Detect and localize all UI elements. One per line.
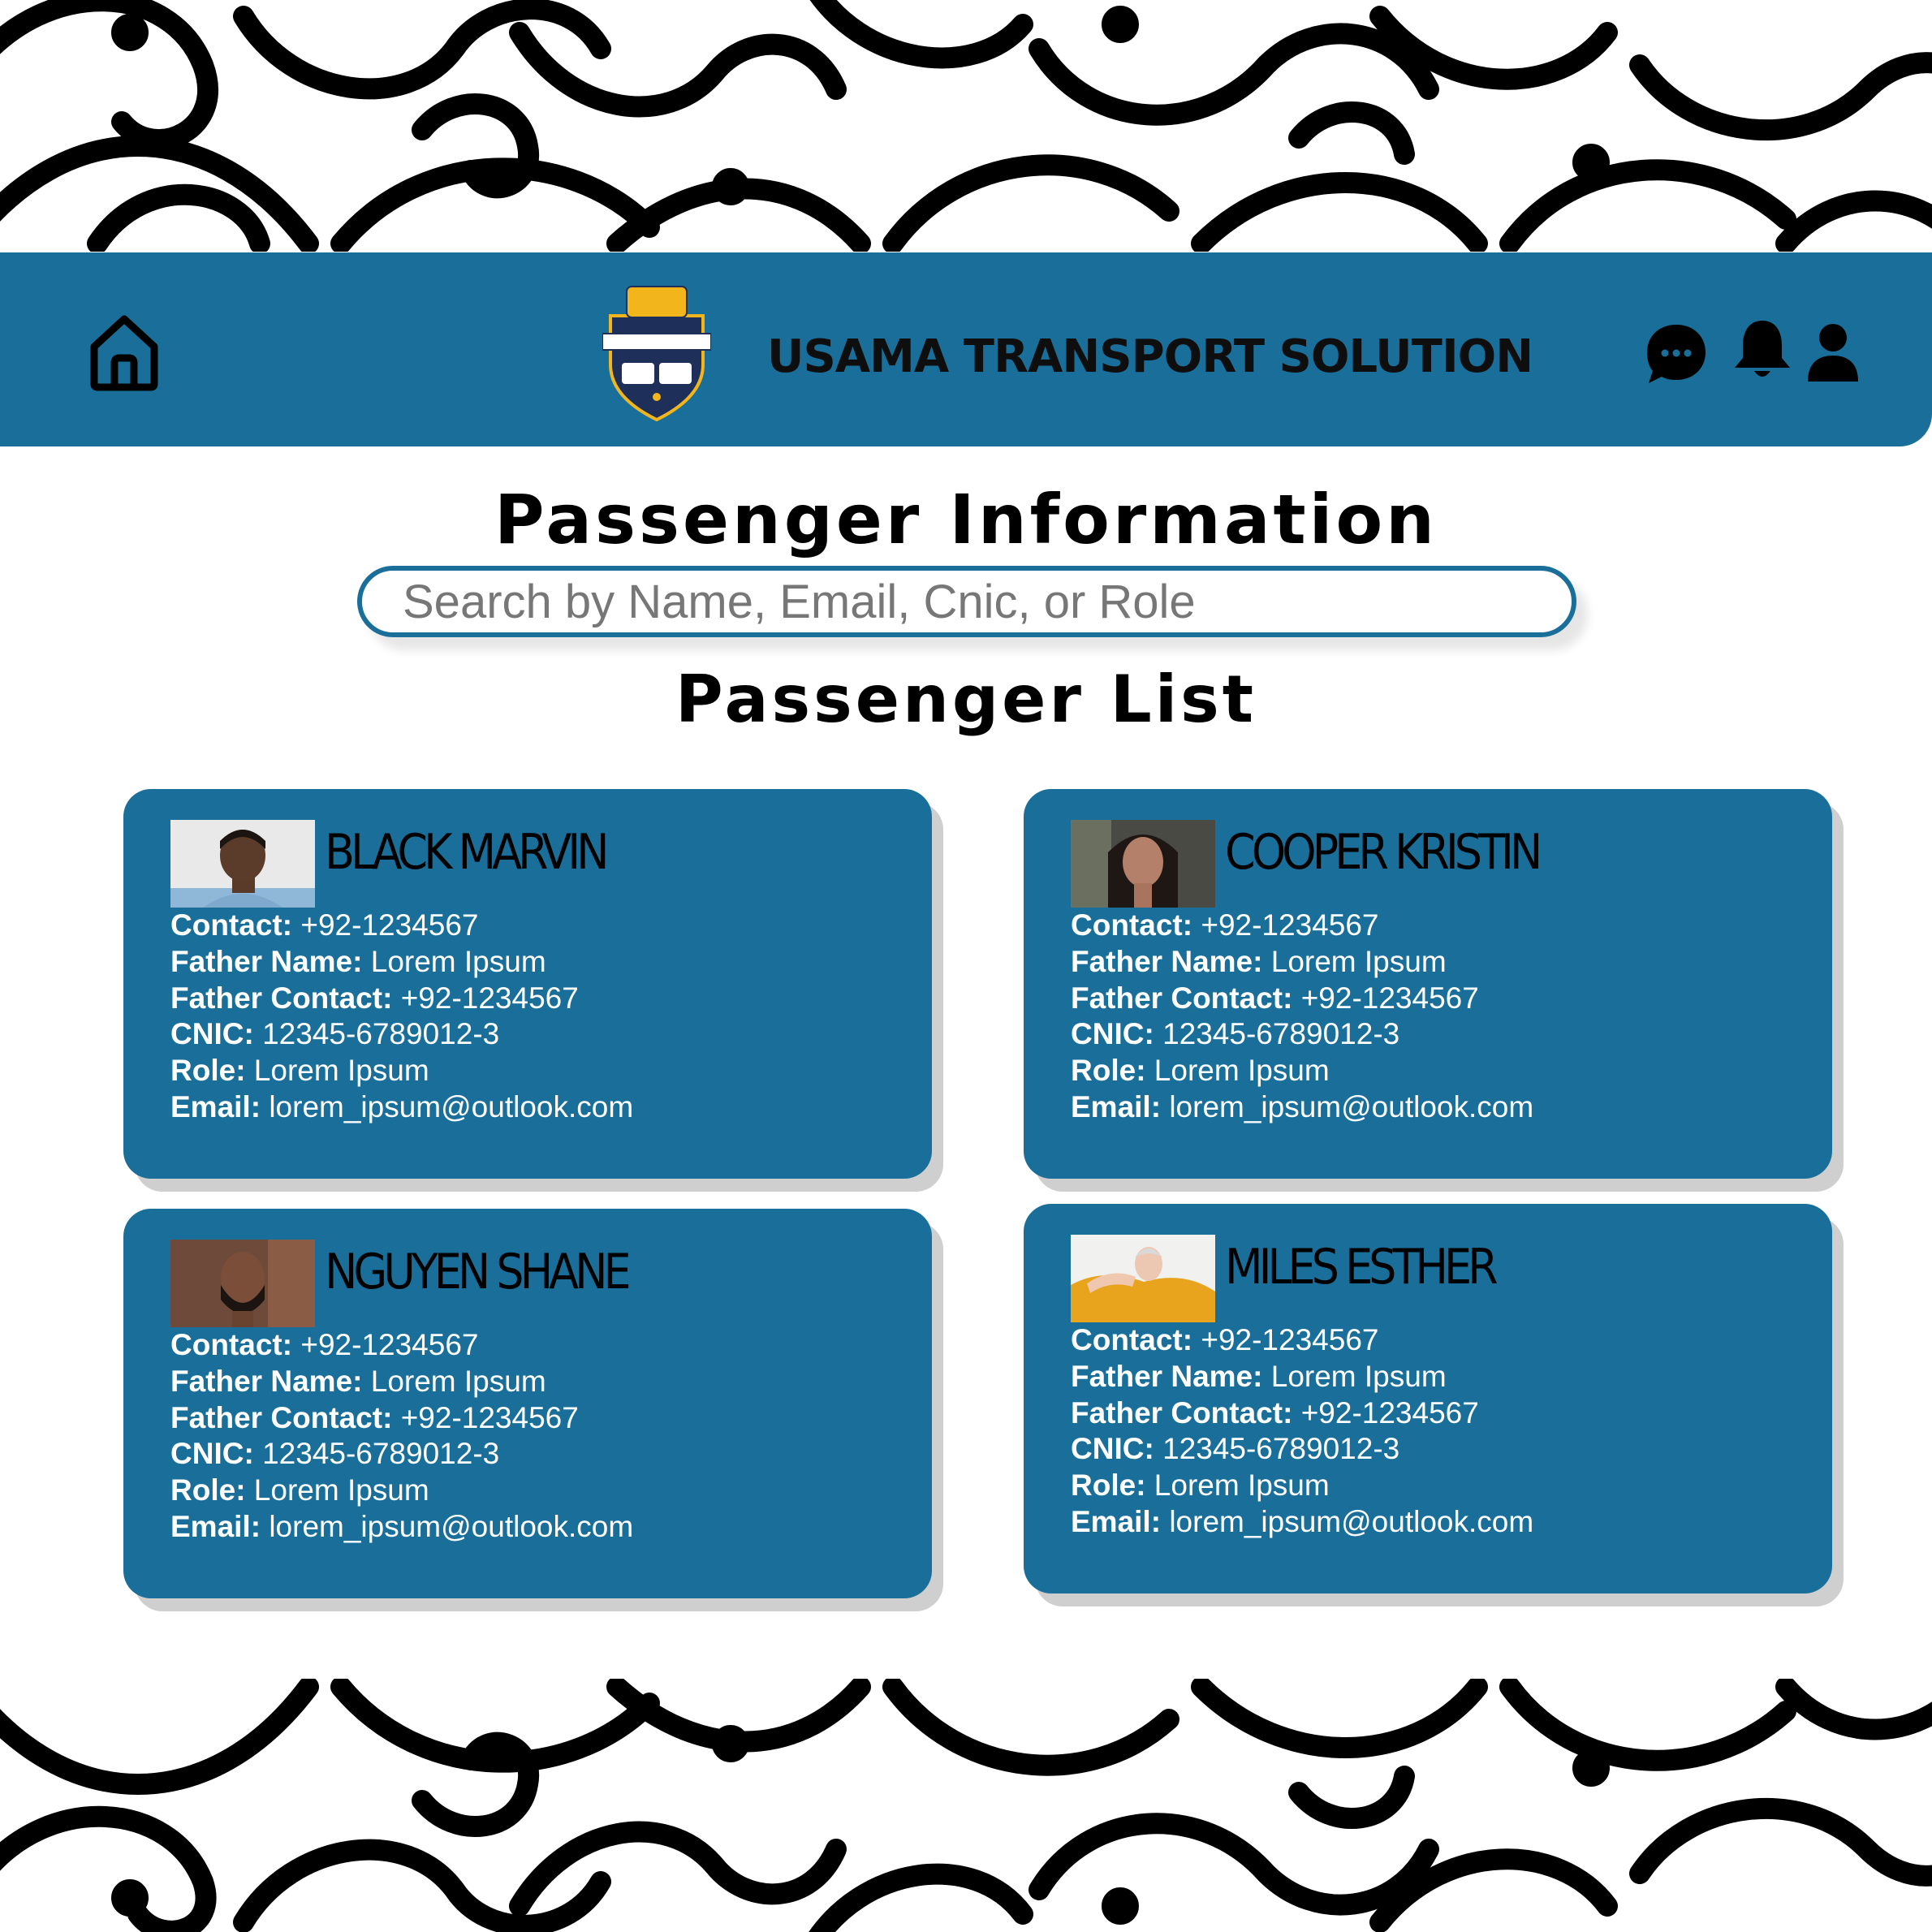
brand-title: USAMA TRANSPORT SOLUTION: [767, 330, 1533, 383]
passenger-name: MILES ESTHER: [1225, 1239, 1499, 1296]
passenger-details: Contact: +92-1234567 Father Name: Lorem …: [170, 908, 633, 1126]
uts-logo: [602, 283, 712, 422]
passenger-photo: [1071, 820, 1215, 908]
cnic-value: 12345-6789012-3: [1162, 1432, 1400, 1466]
email-value: lorem_ipsum@outlook.com: [269, 1089, 634, 1123]
father-name-value: Lorem Ipsum: [370, 1364, 546, 1398]
user-icon[interactable]: [1806, 321, 1860, 383]
email-row: Email: lorem_ipsum@outlook.com: [170, 1509, 634, 1543]
list-title: Passenger List: [675, 662, 1257, 737]
role-value: Lorem Ipsum: [253, 1473, 429, 1507]
role-value: Lorem Ipsum: [253, 1054, 429, 1088]
passenger-details: Contact: +92-1234567 Father Name: Lorem …: [1071, 908, 1533, 1126]
role-row: Role: Lorem Ipsum: [1071, 1468, 1330, 1503]
contact-row: Contact: +92-1234567: [170, 908, 479, 942]
contact-row: Contact: +92-1234567: [170, 1328, 479, 1361]
father-name-value: Lorem Ipsum: [1270, 1359, 1447, 1393]
passenger-name: COOPER KRISTIN: [1225, 824, 1542, 881]
role-value: Lorem Ipsum: [1154, 1468, 1330, 1503]
cnic-row: CNIC: 12345-6789012-3: [170, 1437, 500, 1471]
father-contact-value: +92-1234567: [1300, 1395, 1479, 1430]
father-contact-value: +92-1234567: [1300, 981, 1479, 1015]
role-row: Role: Lorem Ipsum: [170, 1054, 429, 1088]
father-name-row: Father Name: Lorem Ipsum: [170, 1364, 546, 1398]
father-contact-row: Father Contact: +92-1234567: [1071, 981, 1479, 1015]
passenger-details: Contact: +92-1234567 Father Name: Lorem …: [170, 1327, 633, 1546]
email-row: Email: lorem_ipsum@outlook.com: [170, 1089, 634, 1123]
decorative-swirl-pattern-bottom: [0, 1679, 1932, 1932]
father-contact-row: Father Contact: +92-1234567: [170, 981, 579, 1015]
father-name-row: Father Name: Lorem Ipsum: [1071, 944, 1447, 978]
cnic-row: CNIC: 12345-6789012-3: [1071, 1432, 1400, 1466]
contact-value: +92-1234567: [1201, 1323, 1379, 1356]
role-row: Role: Lorem Ipsum: [170, 1473, 429, 1507]
cnic-row: CNIC: 12345-6789012-3: [170, 1017, 500, 1051]
passenger-details: Contact: +92-1234567 Father Name: Lorem …: [1071, 1322, 1533, 1541]
passenger-card[interactable]: COOPER KRISTIN Contact: +92-1234567 Fath…: [1024, 789, 1832, 1179]
father-contact-value: +92-1234567: [400, 981, 579, 1015]
passenger-card[interactable]: BLACK MARVIN Contact: +92-1234567 Father…: [123, 789, 932, 1179]
passenger-photo: [170, 1240, 315, 1327]
bell-icon[interactable]: [1733, 317, 1792, 382]
cnic-value: 12345-6789012-3: [262, 1017, 500, 1051]
email-value: lorem_ipsum@outlook.com: [1169, 1504, 1534, 1538]
home-icon[interactable]: [88, 311, 161, 392]
contact-row: Contact: +92-1234567: [1071, 1323, 1379, 1356]
email-row: Email: lorem_ipsum@outlook.com: [1071, 1504, 1534, 1538]
contact-value: +92-1234567: [1201, 908, 1379, 942]
search-bar: [357, 566, 1576, 637]
passenger-card[interactable]: MILES ESTHER Contact: +92-1234567 Father…: [1024, 1204, 1832, 1593]
contact-value: +92-1234567: [300, 1328, 479, 1361]
contact-value: +92-1234567: [300, 908, 479, 942]
search-input[interactable]: [362, 571, 1572, 632]
father-name-value: Lorem Ipsum: [1270, 944, 1447, 978]
father-contact-value: +92-1234567: [400, 1400, 579, 1434]
father-name-value: Lorem Ipsum: [370, 944, 546, 978]
passenger-photo: [1071, 1235, 1215, 1322]
passenger-photo: [170, 820, 315, 908]
father-contact-row: Father Contact: +92-1234567: [170, 1400, 579, 1434]
email-value: lorem_ipsum@outlook.com: [1169, 1089, 1534, 1123]
cnic-row: CNIC: 12345-6789012-3: [1071, 1017, 1400, 1051]
contact-row: Contact: +92-1234567: [1071, 908, 1379, 942]
email-value: lorem_ipsum@outlook.com: [269, 1509, 634, 1543]
decorative-swirl-pattern-top: [0, 0, 1932, 252]
cnic-value: 12345-6789012-3: [262, 1437, 500, 1471]
father-contact-row: Father Contact: +92-1234567: [1071, 1395, 1479, 1430]
father-name-row: Father Name: Lorem Ipsum: [1071, 1359, 1447, 1393]
father-name-row: Father Name: Lorem Ipsum: [170, 944, 546, 978]
passenger-name: NGUYEN SHANE: [325, 1244, 632, 1300]
top-navigation-bar: USAMA TRANSPORT SOLUTION: [0, 252, 1932, 446]
passenger-name: BLACK MARVIN: [325, 824, 609, 881]
role-row: Role: Lorem Ipsum: [1071, 1054, 1330, 1088]
chat-icon[interactable]: [1644, 321, 1709, 386]
cnic-value: 12345-6789012-3: [1162, 1017, 1400, 1051]
page-title: Passenger Information: [494, 480, 1438, 559]
passenger-card[interactable]: NGUYEN SHANE Contact: +92-1234567 Father…: [123, 1209, 932, 1598]
role-value: Lorem Ipsum: [1154, 1054, 1330, 1088]
email-row: Email: lorem_ipsum@outlook.com: [1071, 1089, 1534, 1123]
